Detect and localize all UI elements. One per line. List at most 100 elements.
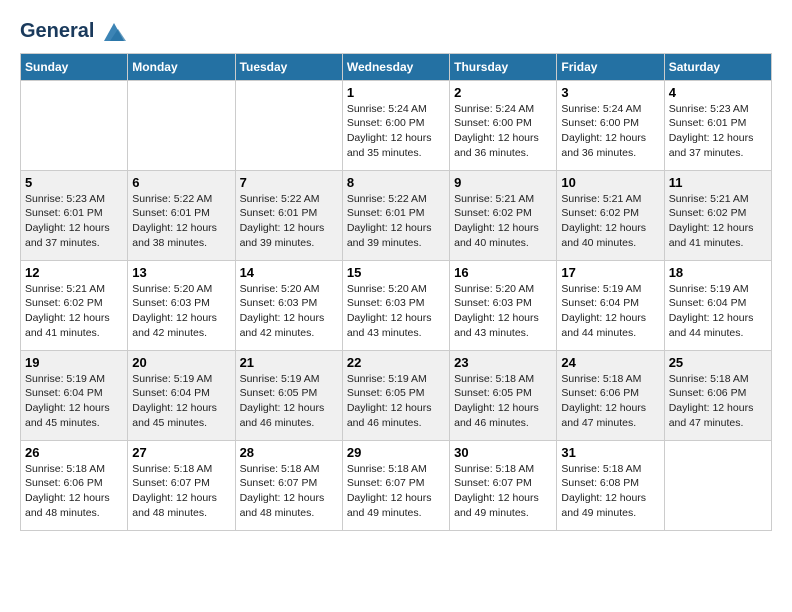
day-number: 4 xyxy=(669,85,767,100)
day-number: 1 xyxy=(347,85,445,100)
calendar-cell: 17 Sunrise: 5:19 AM Sunset: 6:04 PM Dayli… xyxy=(557,260,664,350)
day-number: 12 xyxy=(25,265,123,280)
day-content: Sunrise: 5:22 AM Sunset: 6:01 PM Dayligh… xyxy=(132,192,230,251)
day-content: Sunrise: 5:18 AM Sunset: 6:06 PM Dayligh… xyxy=(669,372,767,431)
calendar-cell: 8 Sunrise: 5:22 AM Sunset: 6:01 PM Daylig… xyxy=(342,170,449,260)
calendar-week-row: 19 Sunrise: 5:19 AM Sunset: 6:04 PM Dayli… xyxy=(21,350,772,440)
day-number: 20 xyxy=(132,355,230,370)
calendar-cell xyxy=(128,80,235,170)
day-number: 29 xyxy=(347,445,445,460)
day-number: 31 xyxy=(561,445,659,460)
day-number: 19 xyxy=(25,355,123,370)
calendar-cell: 27 Sunrise: 5:18 AM Sunset: 6:07 PM Dayli… xyxy=(128,440,235,530)
day-content: Sunrise: 5:18 AM Sunset: 6:06 PM Dayligh… xyxy=(561,372,659,431)
calendar-week-row: 12 Sunrise: 5:21 AM Sunset: 6:02 PM Dayli… xyxy=(21,260,772,350)
day-number: 7 xyxy=(240,175,338,190)
day-content: Sunrise: 5:18 AM Sunset: 6:07 PM Dayligh… xyxy=(347,462,445,521)
day-content: Sunrise: 5:23 AM Sunset: 6:01 PM Dayligh… xyxy=(25,192,123,251)
calendar-cell: 5 Sunrise: 5:23 AM Sunset: 6:01 PM Daylig… xyxy=(21,170,128,260)
day-number: 8 xyxy=(347,175,445,190)
day-header-tuesday: Tuesday xyxy=(235,53,342,80)
day-header-wednesday: Wednesday xyxy=(342,53,449,80)
day-content: Sunrise: 5:20 AM Sunset: 6:03 PM Dayligh… xyxy=(347,282,445,341)
calendar-cell: 14 Sunrise: 5:20 AM Sunset: 6:03 PM Dayli… xyxy=(235,260,342,350)
calendar-cell: 24 Sunrise: 5:18 AM Sunset: 6:06 PM Dayli… xyxy=(557,350,664,440)
calendar-cell: 13 Sunrise: 5:20 AM Sunset: 6:03 PM Dayli… xyxy=(128,260,235,350)
day-number: 30 xyxy=(454,445,552,460)
day-number: 26 xyxy=(25,445,123,460)
day-content: Sunrise: 5:19 AM Sunset: 6:04 PM Dayligh… xyxy=(669,282,767,341)
calendar-cell: 16Sunrise: 5:20 AM Sunset: 6:03 PM Dayli… xyxy=(450,260,557,350)
calendar-cell: 2Sunrise: 5:24 AM Sunset: 6:00 PM Daylig… xyxy=(450,80,557,170)
calendar-cell: 6 Sunrise: 5:22 AM Sunset: 6:01 PM Daylig… xyxy=(128,170,235,260)
day-content: Sunrise: 5:24 AM Sunset: 6:00 PM Dayligh… xyxy=(347,102,445,161)
calendar-cell xyxy=(235,80,342,170)
day-content: Sunrise: 5:19 AM Sunset: 6:05 PM Dayligh… xyxy=(240,372,338,431)
calendar-cell: 22Sunrise: 5:19 AM Sunset: 6:05 PM Dayli… xyxy=(342,350,449,440)
calendar-cell: 1 Sunrise: 5:24 AM Sunset: 6:00 PM Daylig… xyxy=(342,80,449,170)
day-content: Sunrise: 5:21 AM Sunset: 6:02 PM Dayligh… xyxy=(561,192,659,251)
page-header: General xyxy=(20,20,772,43)
calendar-cell: 20 Sunrise: 5:19 AM Sunset: 6:04 PM Dayli… xyxy=(128,350,235,440)
day-content: Sunrise: 5:21 AM Sunset: 6:02 PM Dayligh… xyxy=(669,192,767,251)
day-number: 18 xyxy=(669,265,767,280)
day-content: Sunrise: 5:19 AM Sunset: 6:04 PM Dayligh… xyxy=(561,282,659,341)
day-content: Sunrise: 5:18 AM Sunset: 6:07 PM Dayligh… xyxy=(132,462,230,521)
calendar-cell: 7Sunrise: 5:22 AM Sunset: 6:01 PM Daylig… xyxy=(235,170,342,260)
day-content: Sunrise: 5:23 AM Sunset: 6:01 PM Dayligh… xyxy=(669,102,767,161)
day-content: Sunrise: 5:21 AM Sunset: 6:02 PM Dayligh… xyxy=(454,192,552,251)
calendar-cell: 31Sunrise: 5:18 AM Sunset: 6:08 PM Dayli… xyxy=(557,440,664,530)
day-number: 5 xyxy=(25,175,123,190)
day-content: Sunrise: 5:22 AM Sunset: 6:01 PM Dayligh… xyxy=(347,192,445,251)
calendar-week-row: 1 Sunrise: 5:24 AM Sunset: 6:00 PM Daylig… xyxy=(21,80,772,170)
calendar-cell: 12 Sunrise: 5:21 AM Sunset: 6:02 PM Dayli… xyxy=(21,260,128,350)
calendar-cell: 29 Sunrise: 5:18 AM Sunset: 6:07 PM Dayli… xyxy=(342,440,449,530)
day-header-saturday: Saturday xyxy=(664,53,771,80)
day-number: 14 xyxy=(240,265,338,280)
day-number: 23 xyxy=(454,355,552,370)
calendar-cell: 19 Sunrise: 5:19 AM Sunset: 6:04 PM Dayli… xyxy=(21,350,128,440)
calendar-week-row: 26 Sunrise: 5:18 AM Sunset: 6:06 PM Dayli… xyxy=(21,440,772,530)
day-content: Sunrise: 5:24 AM Sunset: 6:00 PM Dayligh… xyxy=(561,102,659,161)
day-content: Sunrise: 5:18 AM Sunset: 6:07 PM Dayligh… xyxy=(240,462,338,521)
day-number: 28 xyxy=(240,445,338,460)
logo-text: General xyxy=(20,20,128,43)
calendar-cell: 3 Sunrise: 5:24 AM Sunset: 6:00 PM Daylig… xyxy=(557,80,664,170)
calendar-header-row: SundayMondayTuesdayWednesdayThursdayFrid… xyxy=(21,53,772,80)
day-number: 24 xyxy=(561,355,659,370)
day-content: Sunrise: 5:21 AM Sunset: 6:02 PM Dayligh… xyxy=(25,282,123,341)
day-number: 3 xyxy=(561,85,659,100)
day-header-sunday: Sunday xyxy=(21,53,128,80)
day-header-thursday: Thursday xyxy=(450,53,557,80)
day-number: 10 xyxy=(561,175,659,190)
calendar-cell: 30 Sunrise: 5:18 AM Sunset: 6:07 PM Dayli… xyxy=(450,440,557,530)
day-number: 17 xyxy=(561,265,659,280)
calendar-cell: 23 Sunrise: 5:18 AM Sunset: 6:05 PM Dayli… xyxy=(450,350,557,440)
day-content: Sunrise: 5:19 AM Sunset: 6:04 PM Dayligh… xyxy=(132,372,230,431)
logo: General xyxy=(20,20,128,43)
day-number: 27 xyxy=(132,445,230,460)
calendar-cell: 28 Sunrise: 5:18 AM Sunset: 6:07 PM Dayli… xyxy=(235,440,342,530)
calendar-cell: 26 Sunrise: 5:18 AM Sunset: 6:06 PM Dayli… xyxy=(21,440,128,530)
day-number: 11 xyxy=(669,175,767,190)
logo-icon xyxy=(100,21,128,43)
day-number: 15 xyxy=(347,265,445,280)
calendar-cell xyxy=(664,440,771,530)
calendar-cell: 18 Sunrise: 5:19 AM Sunset: 6:04 PM Dayli… xyxy=(664,260,771,350)
day-content: Sunrise: 5:18 AM Sunset: 6:06 PM Dayligh… xyxy=(25,462,123,521)
calendar-cell xyxy=(21,80,128,170)
day-content: Sunrise: 5:20 AM Sunset: 6:03 PM Dayligh… xyxy=(240,282,338,341)
calendar-week-row: 5 Sunrise: 5:23 AM Sunset: 6:01 PM Daylig… xyxy=(21,170,772,260)
calendar-cell: 25Sunrise: 5:18 AM Sunset: 6:06 PM Dayli… xyxy=(664,350,771,440)
day-header-monday: Monday xyxy=(128,53,235,80)
day-content: Sunrise: 5:20 AM Sunset: 6:03 PM Dayligh… xyxy=(132,282,230,341)
day-content: Sunrise: 5:19 AM Sunset: 6:04 PM Dayligh… xyxy=(25,372,123,431)
calendar-cell: 9Sunrise: 5:21 AM Sunset: 6:02 PM Daylig… xyxy=(450,170,557,260)
day-content: Sunrise: 5:18 AM Sunset: 6:05 PM Dayligh… xyxy=(454,372,552,431)
day-number: 22 xyxy=(347,355,445,370)
day-content: Sunrise: 5:18 AM Sunset: 6:07 PM Dayligh… xyxy=(454,462,552,521)
day-content: Sunrise: 5:20 AM Sunset: 6:03 PM Dayligh… xyxy=(454,282,552,341)
day-number: 6 xyxy=(132,175,230,190)
day-content: Sunrise: 5:24 AM Sunset: 6:00 PM Dayligh… xyxy=(454,102,552,161)
day-number: 13 xyxy=(132,265,230,280)
